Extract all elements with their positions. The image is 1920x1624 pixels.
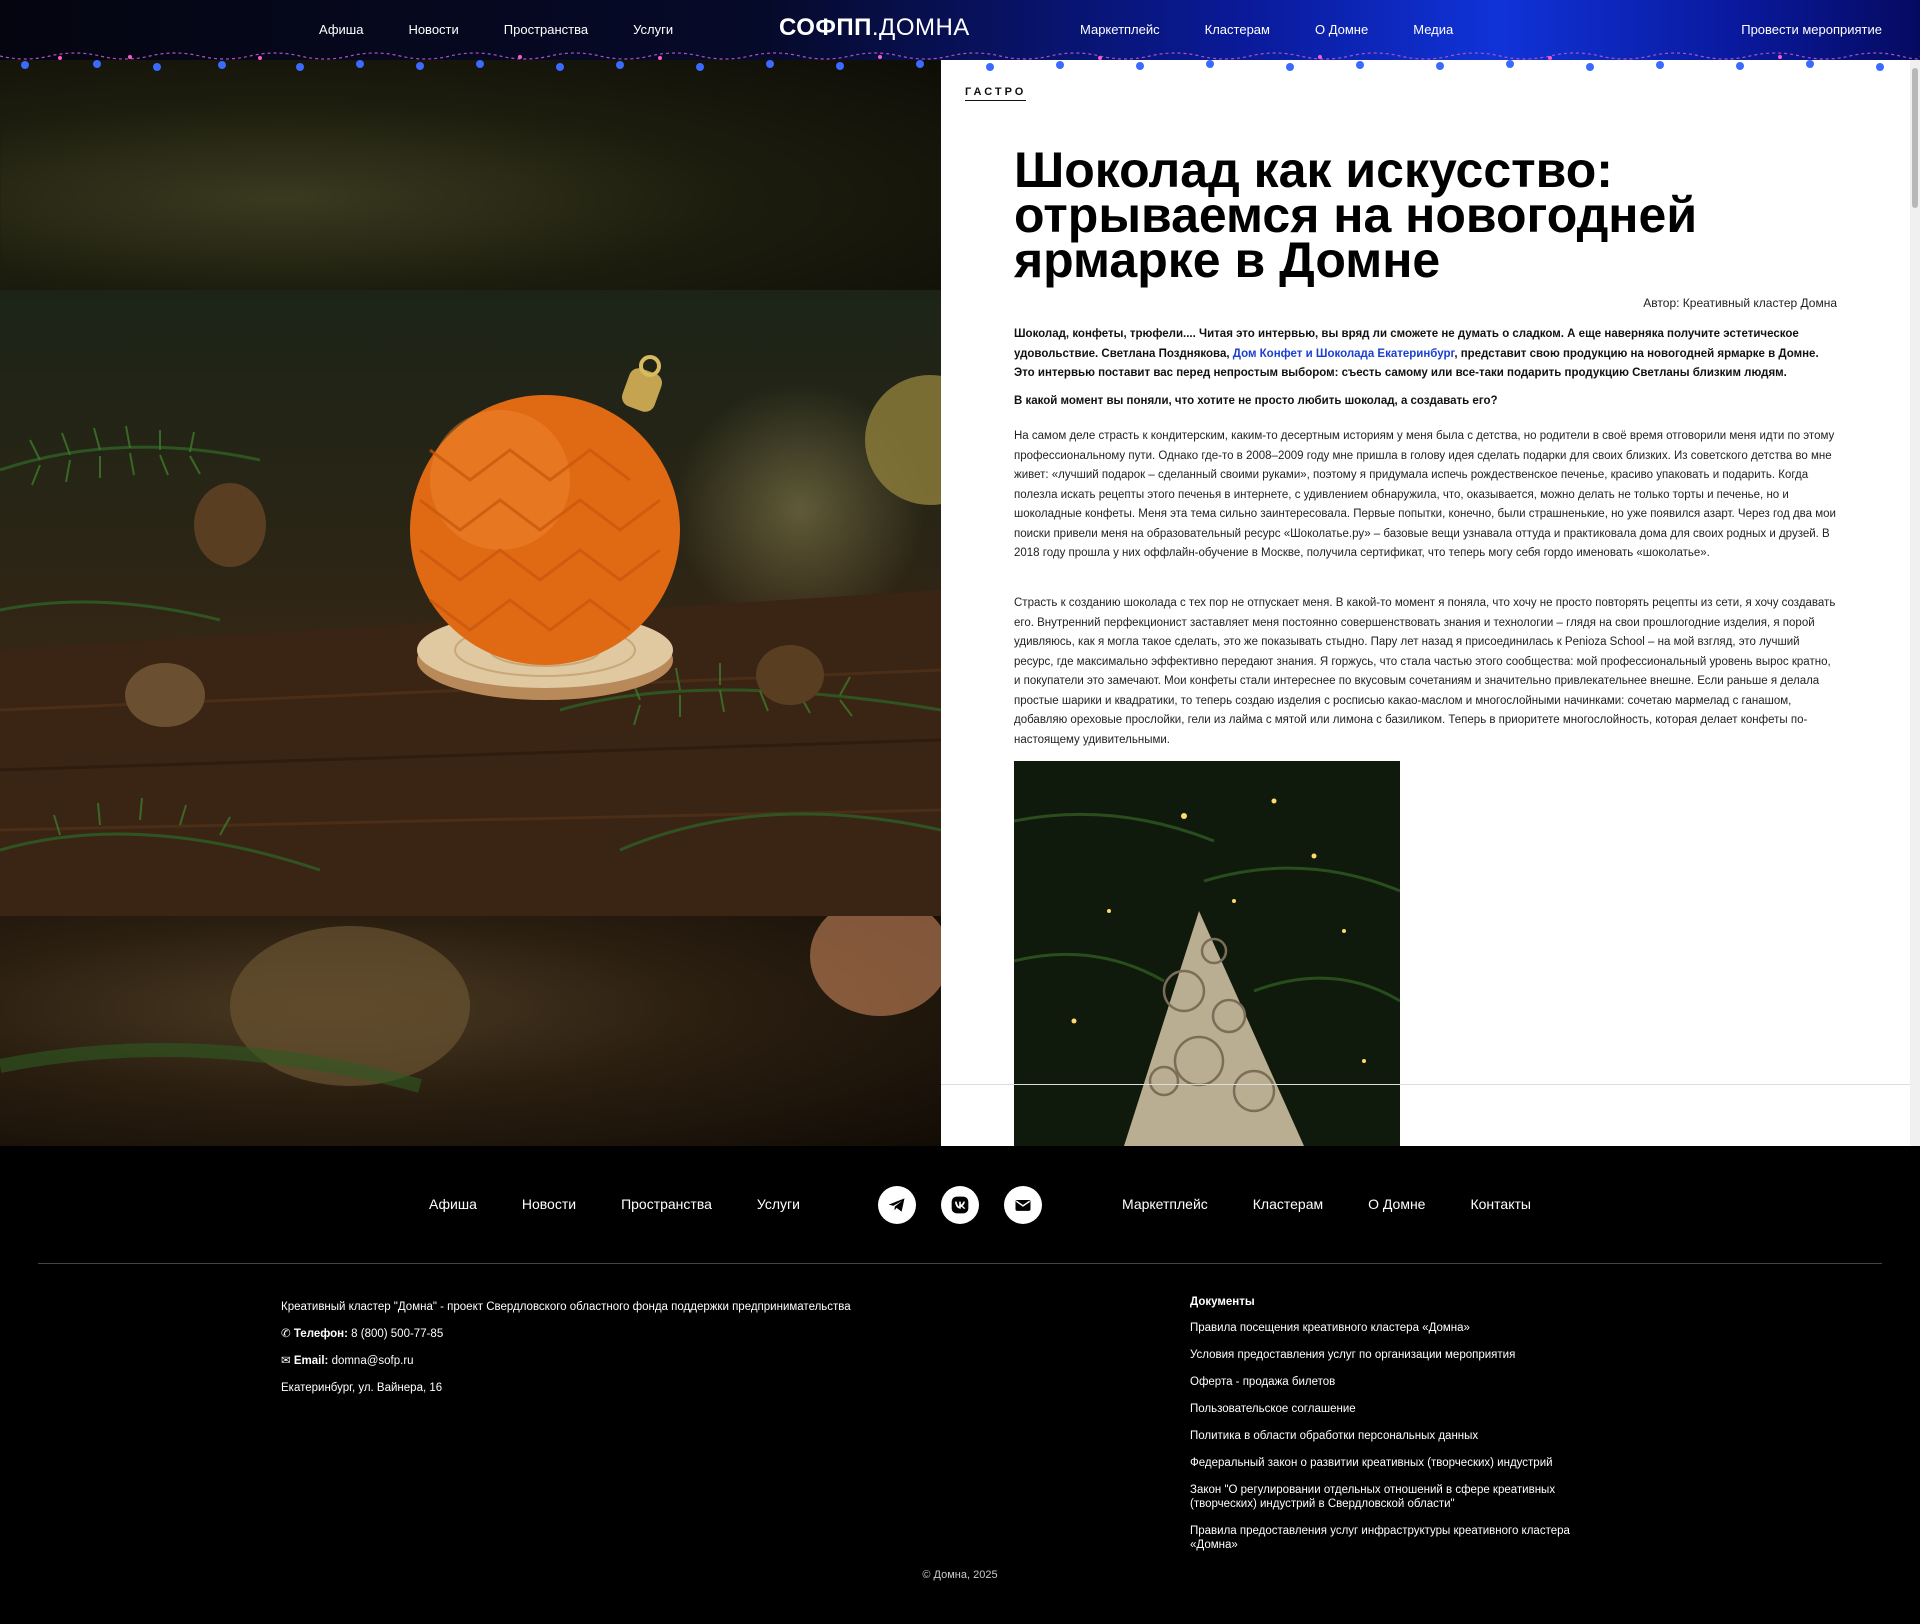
footer-divider (38, 1263, 1882, 1264)
footer-documents: Документы Правила посещения креативного … (1190, 1294, 1610, 1565)
footer-nav-marketplace[interactable]: Маркетплейс (1122, 1196, 1208, 1212)
article-lead: Шоколад, конфеты, трюфели.... Читая это … (1014, 325, 1838, 384)
nav-clusters[interactable]: Кластерам (1205, 22, 1270, 37)
lead-link-candy-house[interactable]: Дом Конфет и Шоколада Екатеринбург (1233, 348, 1455, 360)
article-paragraph-1: На самом деле страсть к кондитерским, ка… (1014, 430, 1836, 559)
article-author: Автор: Креативный кластер Домна (1643, 296, 1837, 310)
logo-bold: СОФПП (779, 14, 872, 41)
logo-rest: .ДОМНА (871, 14, 970, 41)
documents-heading: Документы (1190, 1296, 1255, 1308)
footer-address: Екатеринбург, ул. Вайнера, 16 (281, 1382, 443, 1394)
footer-nav-left: Афиша Новости Пространства Услуги (429, 1196, 800, 1212)
footer-nav-contacts[interactable]: Контакты (1470, 1196, 1530, 1212)
nav-services[interactable]: Услуги (633, 22, 673, 37)
hero-image-blur-top (0, 60, 941, 290)
doc-link[interactable]: Политика в области обработки персональны… (1190, 1429, 1610, 1443)
nav-afisha[interactable]: Афиша (319, 22, 363, 37)
category-tag[interactable]: ГАСТРО (965, 86, 1027, 101)
copyright: © Домна, 2025 (922, 1569, 998, 1581)
article-panel: ГАСТРО Шоколад как искусство: отрываемся… (941, 60, 1910, 1146)
nav-news[interactable]: Новости (408, 22, 458, 37)
doc-link[interactable]: Пользовательское соглашение (1190, 1402, 1610, 1416)
phone-value[interactable]: 8 (800) 500-77-85 (351, 1328, 443, 1340)
site-header: Афиша Новости Пространства Услуги СОФПП.… (0, 0, 1920, 60)
vk-icon[interactable] (941, 1186, 979, 1224)
phone-label: Телефон: (293, 1328, 348, 1340)
article-paragraph-2: Страсть к созданию шоколада с тех пор не… (1014, 597, 1836, 746)
footer-nav-spaces[interactable]: Пространства (621, 1196, 712, 1212)
footer-nav-news[interactable]: Новости (522, 1196, 576, 1212)
interview-question: В какой момент вы поняли, что хотите не … (1014, 395, 1498, 407)
article-scrollbar[interactable] (1910, 60, 1920, 1146)
content-divider (941, 1084, 1910, 1085)
doc-link[interactable]: Условия предоставления услуг по организа… (1190, 1348, 1610, 1362)
footer-org-text: Креативный кластер "Домна" - проект Свер… (281, 1301, 851, 1313)
hero-image-panel (0, 60, 941, 1146)
doc-link[interactable]: Оферта - продажа билетов (1190, 1375, 1610, 1389)
nav-about[interactable]: О Домне (1315, 22, 1368, 37)
doc-link[interactable]: Правила посещения креативного кластера «… (1190, 1321, 1610, 1335)
phone-icon: ✆ (281, 1328, 294, 1340)
header-nav-left: Афиша Новости Пространства Услуги (319, 22, 673, 37)
footer-nav-right: Маркетплейс Кластерам О Домне Контакты (1122, 1196, 1531, 1212)
host-event-link[interactable]: Провести мероприятие (1741, 22, 1882, 37)
site-logo[interactable]: СОФПП.ДОМНА (779, 14, 970, 42)
email-label: Email: (293, 1355, 329, 1367)
nav-media[interactable]: Медиа (1413, 22, 1453, 37)
hero-image-blur-bottom (0, 896, 941, 1146)
nav-marketplace[interactable]: Маркетплейс (1080, 22, 1160, 37)
doc-link[interactable]: Федеральный закон о развитии креативных … (1190, 1456, 1610, 1470)
ornament-illustration (0, 355, 941, 916)
email-value[interactable]: domna@sofp.ru (332, 1355, 414, 1367)
footer-nav-clusters[interactable]: Кластерам (1253, 1196, 1323, 1212)
hero-image-ornament (0, 290, 941, 916)
header-nav-right: Маркетплейс Кластерам О Домне Медиа (1080, 22, 1453, 37)
mail-icon[interactable] (1004, 1186, 1042, 1224)
nav-spaces[interactable]: Пространства (504, 22, 588, 37)
telegram-icon[interactable] (878, 1186, 916, 1224)
site-footer: Афиша Новости Пространства Услуги Маркет… (0, 1146, 1920, 1624)
doc-link[interactable]: Правила предоставления услуг инфраструкт… (1190, 1524, 1610, 1552)
footer-email: ✉ Email: domna@sofp.ru (281, 1348, 851, 1375)
article-title: Шоколад как искусство: отрываемся на нов… (1014, 142, 1698, 288)
footer-phone: ✆ Телефон: 8 (800) 500-77-85 (281, 1321, 851, 1348)
chocolate-tree-illustration (1014, 761, 1400, 1146)
blurred-pinecone-illustration (0, 896, 941, 1093)
footer-nav-about[interactable]: О Домне (1368, 1196, 1425, 1212)
footer-nav-afisha[interactable]: Афиша (429, 1196, 477, 1212)
footer-contact-info: Креативный кластер "Домна" - проект Свер… (281, 1294, 851, 1402)
scrollbar-thumb[interactable] (1912, 68, 1918, 208)
article-photo-chocolate-tree (1014, 761, 1400, 1146)
doc-link[interactable]: Закон "О регулировании отдельных отношен… (1190, 1483, 1610, 1511)
footer-nav-services[interactable]: Услуги (757, 1196, 800, 1212)
envelope-icon: ✉ (281, 1355, 294, 1367)
